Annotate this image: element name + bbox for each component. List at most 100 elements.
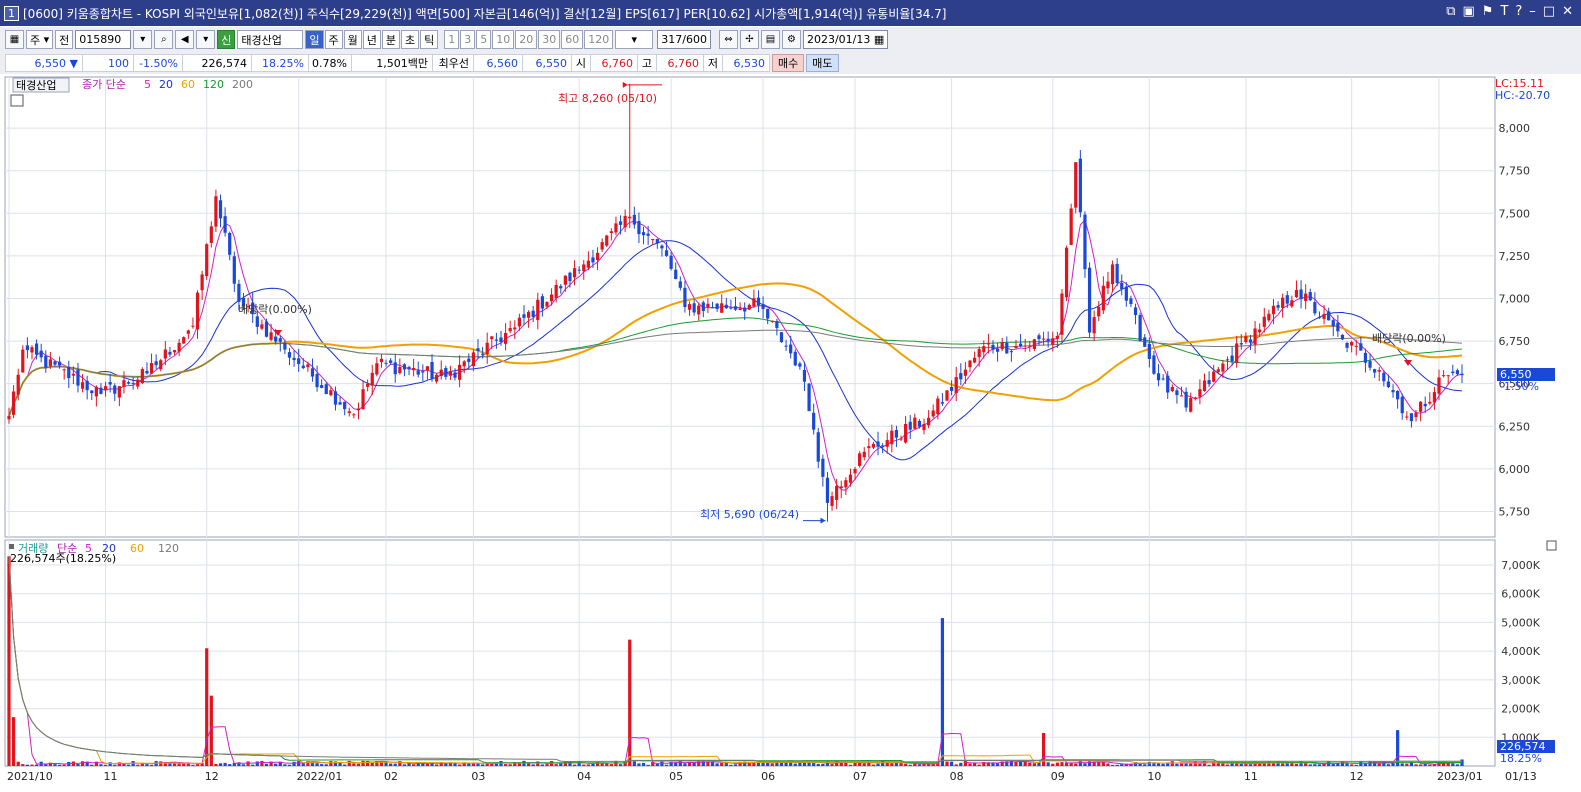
interval-tab[interactable]: 1 [444,30,460,49]
volume-bar [297,761,301,766]
candle-body [458,364,462,380]
volume-bar [687,762,692,766]
candle-body [1290,300,1294,307]
candle-body [1087,267,1092,333]
volume-bar [890,763,894,766]
table-icon[interactable] [10,94,24,107]
period-tab[interactable]: 년 [362,30,381,49]
market-select[interactable]: 주 ▾ [26,30,54,49]
volume-bar [1014,761,1018,766]
crosshair-icon[interactable]: ✢ [739,30,759,49]
help-icon[interactable]: ? [1515,4,1522,19]
interval-tab[interactable]: 20 [515,30,538,49]
lock-icon[interactable]: ⚑ [1482,4,1494,19]
volume-panel[interactable] [4,539,1496,767]
period-tab[interactable]: 주 [324,30,343,49]
volume-bar [582,764,586,766]
volume-bar [402,764,407,766]
candle-body [1313,302,1317,314]
buy-button[interactable]: 매수 [772,54,805,72]
period-tab[interactable]: 월 [343,30,362,49]
interval-tab[interactable]: 30 [538,30,561,49]
save-icon[interactable]: ▤ [760,30,780,49]
date-input[interactable]: 2023/01/13 ▦ [802,30,889,49]
candle-body [1120,282,1124,290]
period-tab[interactable]: 일 [305,30,324,49]
candle-body [678,281,682,288]
candle-body [743,307,747,312]
calendar-icon[interactable]: ▦ [874,33,884,46]
market-value: 주 [30,33,41,47]
dropdown-icon[interactable]: ▾ [133,30,153,49]
period-tab[interactable]: 초 [401,30,420,49]
candle-body [572,268,577,278]
candle-body [108,382,112,385]
candle-body [25,345,30,351]
stock-name[interactable]: 태경산업 [237,30,304,49]
volume-bar [62,764,66,766]
candle-body [835,485,839,500]
candle-body [48,359,52,366]
candle-body [995,348,1000,352]
candle-body [1189,397,1193,412]
candle-body [770,320,774,322]
restore-icon[interactable]: ⧉ [1446,4,1455,19]
candle-body [7,416,11,420]
candle-body [103,386,108,391]
market-mode-button[interactable]: 전 [55,30,74,49]
candle-body [490,336,494,340]
candle-body [71,373,75,376]
interval-tab[interactable]: 5 [476,30,492,49]
candle-body [1156,373,1161,381]
gear-icon[interactable]: ⚙ [781,30,801,49]
layout-icon[interactable]: ▦ [5,30,24,49]
panel-close-icon[interactable] [1546,540,1557,551]
candle-body [733,306,738,310]
candle-body [641,232,646,236]
zoom-icon[interactable]: ⇔ [718,30,738,49]
candle-body [821,458,825,477]
candle-body [858,453,862,466]
chevron-down-icon[interactable]: ▾ [196,30,216,49]
priority-label: 최우선 [432,54,474,72]
interval-tab[interactable]: 120 [584,30,614,49]
candle-body [195,292,200,330]
close-icon[interactable]: ✕ [1562,4,1573,19]
period-tab[interactable]: 틱 [420,30,439,49]
pin-icon[interactable]: ▣ [1462,4,1474,19]
x-tick-label: 09 [1051,770,1065,783]
volume-bar [1354,764,1358,766]
text-icon[interactable]: T [1500,4,1508,19]
candle-body [1373,369,1377,373]
period-tab[interactable]: 분 [381,30,401,49]
interval-tab[interactable]: 60 [561,30,584,49]
low-label: 저 [703,54,723,72]
interval-tab[interactable]: 10 [492,30,515,49]
candle-body [467,358,471,362]
candle-body [885,440,889,447]
candle-body [628,216,632,219]
volume-bar [108,762,112,766]
volume-bar [1101,761,1105,766]
volume-bar [11,717,16,766]
minimize-icon[interactable]: – [1529,4,1536,19]
volume-bar [1239,763,1243,766]
candle-body [614,223,618,233]
maximize-icon[interactable]: □ [1543,4,1555,19]
candle-body [435,374,439,382]
stock-chart[interactable]: 5,7506,0006,2506,5006,7507,0007,2507,500… [0,75,1581,792]
candle-body [343,401,347,410]
window-index[interactable]: 1 [4,5,19,21]
interval-custom-input[interactable]: ▾ [615,30,654,49]
candle-body [950,386,954,391]
volume-bar [995,763,1000,766]
interval-tab[interactable]: 3 [460,30,476,49]
volume-bar [1143,764,1147,766]
stock-code-input[interactable]: 015890 [75,30,132,49]
sell-button[interactable]: 매도 [806,54,839,72]
candle-body [825,477,830,503]
search-icon[interactable]: ⌕ [154,30,174,49]
count-input[interactable]: 317/600 [657,30,711,49]
sound-icon[interactable]: ◀ [175,30,195,49]
volume-bar [1120,764,1124,766]
